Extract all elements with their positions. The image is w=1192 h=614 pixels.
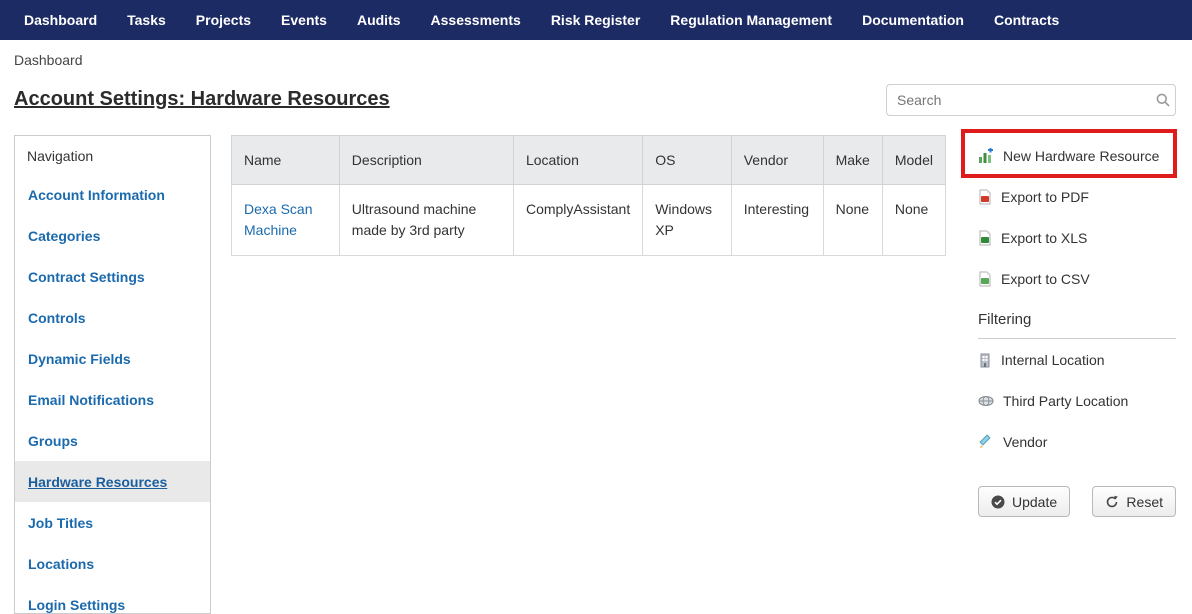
xls-file-icon: [978, 230, 992, 246]
sidebar-item-account-information[interactable]: Account Information: [15, 174, 210, 215]
pencil-icon: [978, 433, 994, 450]
nav-events[interactable]: Events: [281, 12, 327, 28]
export-xls-label: Export to XLS: [1001, 229, 1088, 246]
sidebar-item-locations[interactable]: Locations: [15, 543, 210, 584]
resource-name-link[interactable]: Dexa Scan Machine: [244, 201, 312, 238]
sidebar-item-dynamic-fields[interactable]: Dynamic Fields: [15, 338, 210, 379]
col-header-os: OS: [642, 135, 732, 185]
cell-os: Windows XP: [642, 184, 732, 256]
col-header-name: Name: [231, 135, 340, 185]
sidebar-item-hardware-resources[interactable]: Hardware Resources: [15, 461, 210, 502]
nav-risk-register[interactable]: Risk Register: [551, 12, 640, 28]
filter-vendor[interactable]: Vendor: [978, 421, 1176, 462]
nav-regulation-management[interactable]: Regulation Management: [670, 12, 832, 28]
cell-description: Ultrasound machine made by 3rd party: [338, 184, 514, 256]
nav-contracts[interactable]: Contracts: [994, 12, 1059, 28]
building-icon: [978, 352, 992, 368]
refresh-icon: [1105, 495, 1119, 509]
globe-icon: [978, 393, 994, 409]
filter-buttons-row: Update Reset: [978, 486, 1176, 517]
nav-dashboard[interactable]: Dashboard: [24, 12, 97, 28]
nav-documentation[interactable]: Documentation: [862, 12, 964, 28]
reset-button[interactable]: Reset: [1092, 486, 1176, 517]
new-hardware-resource-label: New Hardware Resource: [1003, 147, 1160, 164]
chart-plus-icon: [978, 147, 994, 164]
table-header-row: Name Description Location OS Vendor Make…: [231, 135, 947, 185]
export-csv-button[interactable]: Export to CSV: [978, 258, 1176, 299]
col-header-location: Location: [512, 135, 644, 185]
cell-name: Dexa Scan Machine: [231, 184, 340, 256]
sidebar-title: Navigation: [27, 148, 94, 164]
col-header-make: Make: [822, 135, 883, 185]
breadcrumb[interactable]: Dashboard: [14, 52, 83, 68]
col-header-description: Description: [338, 135, 514, 185]
cell-make: None: [822, 184, 883, 256]
reset-button-label: Reset: [1126, 493, 1163, 510]
cell-vendor: Interesting: [730, 184, 824, 256]
export-pdf-label: Export to PDF: [1001, 188, 1089, 205]
update-button[interactable]: Update: [978, 486, 1071, 517]
pdf-file-icon: [978, 189, 992, 205]
sidebar-item-login-settings[interactable]: Login Settings: [15, 584, 210, 613]
filtering-title: Filtering: [978, 311, 1032, 328]
table-row: Dexa Scan Machine Ultrasound machine mad…: [231, 184, 947, 256]
export-csv-label: Export to CSV: [1001, 270, 1090, 287]
actions-panel: New Hardware Resource Export to PDF Expo…: [978, 135, 1176, 517]
filter-internal-location[interactable]: Internal Location: [978, 339, 1176, 380]
hardware-resources-table: Name Description Location OS Vendor Make…: [231, 135, 947, 256]
sidebar-item-categories[interactable]: Categories: [15, 215, 210, 256]
search-box: [886, 84, 1176, 116]
sidebar-item-email-notifications[interactable]: Email Notifications: [15, 379, 210, 420]
cell-location: ComplyAssistant: [512, 184, 644, 256]
export-pdf-button[interactable]: Export to PDF: [978, 176, 1176, 217]
filter-third-party-location[interactable]: Third Party Location: [978, 380, 1176, 421]
page-title: Account Settings: Hardware Resources: [14, 88, 390, 110]
nav-assessments[interactable]: Assessments: [431, 12, 521, 28]
nav-audits[interactable]: Audits: [357, 12, 401, 28]
sidebar-item-groups[interactable]: Groups: [15, 420, 210, 461]
export-xls-button[interactable]: Export to XLS: [978, 217, 1176, 258]
update-button-label: Update: [1012, 493, 1058, 510]
top-navigation: Dashboard Tasks Projects Events Audits A…: [0, 0, 1192, 40]
sidebar-item-job-titles[interactable]: Job Titles: [15, 502, 210, 543]
nav-tasks[interactable]: Tasks: [127, 12, 166, 28]
check-circle-icon: [991, 495, 1005, 509]
nav-projects[interactable]: Projects: [196, 12, 251, 28]
search-input[interactable]: [887, 85, 1151, 115]
new-hardware-resource-button[interactable]: New Hardware Resource: [978, 135, 1176, 176]
filter-third-party-location-label: Third Party Location: [1003, 392, 1129, 409]
filter-internal-location-label: Internal Location: [1001, 351, 1105, 368]
csv-file-icon: [978, 271, 992, 287]
sidebar-navigation: Navigation Account Information Categorie…: [14, 135, 211, 614]
sidebar-item-contract-settings[interactable]: Contract Settings: [15, 256, 210, 297]
search-icon[interactable]: [1151, 92, 1175, 108]
col-header-vendor: Vendor: [730, 135, 824, 185]
col-header-model: Model: [881, 135, 947, 185]
sidebar-item-controls[interactable]: Controls: [15, 297, 210, 338]
cell-model: None: [881, 184, 947, 256]
filter-vendor-label: Vendor: [1003, 433, 1048, 450]
